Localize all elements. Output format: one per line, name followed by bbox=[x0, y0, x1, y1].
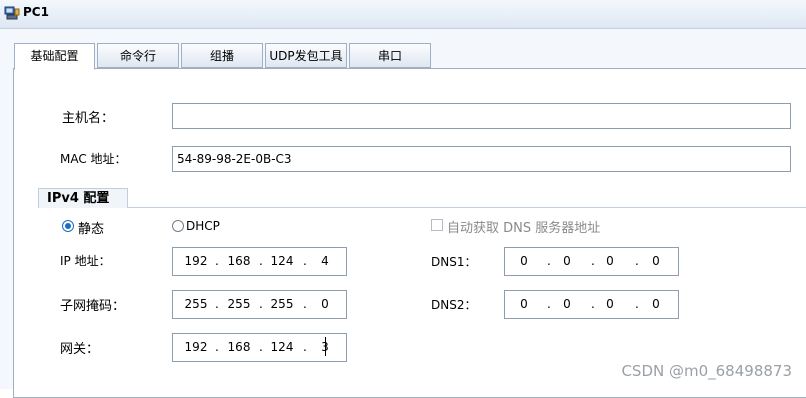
mac-label: MAC 地址： bbox=[60, 152, 127, 166]
dns2-dot: . bbox=[547, 297, 551, 311]
dns2-octet-3: 0 bbox=[606, 297, 614, 311]
mask-dot: . bbox=[303, 297, 307, 311]
subnet-mask-input[interactable]: 255 . 255 . 255 . 0 bbox=[172, 290, 347, 319]
mac-input[interactable]: 54-89-98-2E-0B-C3 bbox=[172, 146, 791, 172]
ipv4-group-divider bbox=[38, 207, 806, 208]
gateway-octet-2: 168 bbox=[227, 340, 251, 354]
tab-command-line[interactable]: 命令行 bbox=[97, 43, 179, 68]
mask-dot: . bbox=[215, 297, 219, 311]
gateway-octet-1: 192 bbox=[184, 340, 208, 354]
mask-octet-1: 255 bbox=[184, 297, 208, 311]
dns1-label: DNS1： bbox=[431, 255, 477, 269]
dns1-octet-3: 0 bbox=[606, 254, 614, 268]
hostname-input[interactable] bbox=[172, 103, 791, 129]
ip-octet-1: 192 bbox=[184, 254, 208, 268]
dns1-input[interactable]: 0 . 0 . 0 . 0 bbox=[504, 247, 679, 276]
dns2-input[interactable]: 0 . 0 . 0 . 0 bbox=[504, 290, 679, 319]
static-radio[interactable] bbox=[62, 220, 74, 232]
window-titlebar: PC1 bbox=[0, 0, 806, 29]
dns2-octet-4: 0 bbox=[652, 297, 660, 311]
tab-basic-config[interactable]: 基础配置 bbox=[14, 43, 95, 70]
dns1-octet-4: 0 bbox=[652, 254, 660, 268]
dns2-octet-1: 0 bbox=[520, 297, 528, 311]
dhcp-radio[interactable] bbox=[172, 220, 184, 232]
mask-dot: . bbox=[259, 297, 263, 311]
subnet-mask-label: 子网掩码： bbox=[60, 299, 126, 314]
gateway-input[interactable]: 192 . 168 . 124 . 3 bbox=[172, 333, 347, 362]
hostname-label: 主机名： bbox=[62, 111, 115, 126]
dns1-dot: . bbox=[635, 254, 639, 268]
auto-dns-label: 自动获取 DNS 服务器地址 bbox=[447, 221, 601, 236]
ip-dot: . bbox=[303, 254, 307, 268]
ip-octet-2: 168 bbox=[227, 254, 251, 268]
gateway-label: 网关： bbox=[60, 342, 100, 357]
gateway-octet-3: 124 bbox=[270, 340, 294, 354]
mask-octet-2: 255 bbox=[227, 297, 251, 311]
gateway-dot: . bbox=[259, 340, 263, 354]
dns2-label: DNS2： bbox=[431, 298, 477, 312]
ip-address-label: IP 地址： bbox=[60, 254, 111, 268]
dns2-dot: . bbox=[635, 297, 639, 311]
gateway-dot: . bbox=[215, 340, 219, 354]
dns1-octet-1: 0 bbox=[520, 254, 528, 268]
dns1-octet-2: 0 bbox=[563, 254, 571, 268]
window-title: PC1 bbox=[23, 5, 49, 19]
static-radio-label: 静态 bbox=[78, 222, 105, 237]
mask-octet-3: 255 bbox=[270, 297, 294, 311]
ipv4-group-tab: IPv4 配置 bbox=[38, 188, 128, 208]
auto-dns-checkbox[interactable] bbox=[431, 219, 443, 231]
ip-dot: . bbox=[215, 254, 219, 268]
csdn-watermark: CSDN @m0_68498873 bbox=[621, 362, 792, 380]
dns1-dot: . bbox=[547, 254, 551, 268]
ipv4-group-label: IPv4 配置 bbox=[47, 191, 110, 206]
dhcp-radio-label: DHCP bbox=[186, 219, 220, 233]
ip-octet-4: 4 bbox=[321, 254, 329, 268]
tab-serial[interactable]: 串口 bbox=[349, 43, 431, 68]
ip-octet-3: 124 bbox=[270, 254, 294, 268]
ip-address-input[interactable]: 192 . 168 . 124 . 4 bbox=[172, 247, 347, 276]
tab-multicast[interactable]: 组播 bbox=[181, 43, 263, 68]
dns2-octet-2: 0 bbox=[563, 297, 571, 311]
ip-dot: . bbox=[259, 254, 263, 268]
pc-app-icon bbox=[4, 6, 20, 20]
gateway-dot: . bbox=[303, 340, 307, 354]
text-cursor bbox=[325, 337, 326, 356]
mask-octet-4: 0 bbox=[321, 297, 329, 311]
tab-udp-tool[interactable]: UDP发包工具 bbox=[265, 43, 347, 68]
mac-value: 54-89-98-2E-0B-C3 bbox=[177, 152, 292, 166]
